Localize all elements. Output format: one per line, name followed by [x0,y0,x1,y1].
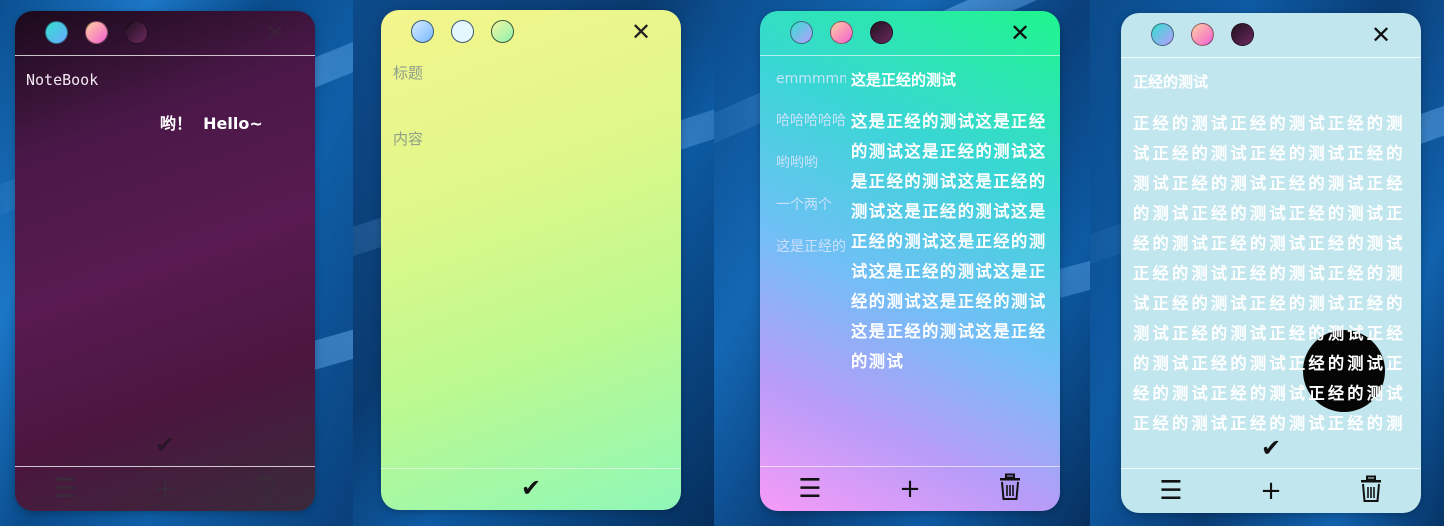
note-body[interactable]: 哟！ Hello~ [160,110,263,134]
divider [760,55,1060,56]
note-body[interactable]: 正经的测试正经的测试正经的测试正经的测试正经的测试正经的测试正经的测试正经的测试… [1133,109,1413,433]
list-item[interactable]: 哈哈哈哈哈 [776,111,846,153]
close-icon[interactable]: ✕ [1008,21,1032,45]
note-body[interactable]: 这是正经的测试这是正经的测试这是正经的测试这是正经的测试这是正经的测试这是正经的… [851,107,1053,451]
color-swatch-cyan[interactable] [45,21,68,44]
color-swatch-pink[interactable] [1191,23,1214,46]
list-item[interactable]: emmmmm [776,69,846,111]
note-titlebar[interactable]: ✕ [760,11,1060,55]
close-icon[interactable]: ✕ [1369,23,1393,47]
note-title[interactable]: NoteBook [26,71,98,89]
trash-icon[interactable] [1355,475,1387,507]
note-window-list: ✕ emmmmm 哈哈哈哈哈 哟哟哟 一个两个 这是正经的 这是正经的测试 这是… [760,11,1060,511]
divider [381,468,681,469]
note-window-dark: ✕ NoteBook 哟！ Hello~ ✔ ☰ + [15,11,315,511]
menu-icon[interactable]: ☰ [794,473,826,505]
color-swatch-pink[interactable] [85,21,108,44]
trash-icon[interactable] [994,473,1026,505]
list-item[interactable]: 哟哟哟 [776,153,846,195]
divider [1121,57,1421,58]
color-swatch-plum[interactable] [870,21,893,44]
menu-icon[interactable]: ☰ [1155,475,1187,507]
note-list: emmmmm 哈哈哈哈哈 哟哟哟 一个两个 这是正经的 [776,69,846,279]
note-titlebar[interactable]: ✕ [381,10,681,54]
list-item[interactable]: 一个两个 [776,195,846,237]
note-window-light: ✕ 正经的测试 正经的测试正经的测试正经的测试正经的测试正经的测试正经的测试正经… [1121,13,1421,513]
content-input[interactable]: 内容 [393,128,423,149]
color-swatch-cyan[interactable] [1151,23,1174,46]
color-swatch-plum[interactable] [1231,23,1254,46]
close-icon[interactable]: ✕ [629,20,653,44]
note-toolbar: ☰ + [15,467,315,511]
add-icon[interactable]: + [894,473,926,505]
note-window-editor: ✕ 标题 内容 ✔ [381,10,681,510]
divider [15,55,315,56]
note-title[interactable]: 这是正经的测试 [851,69,956,90]
color-swatch-ice[interactable] [451,20,474,43]
add-icon[interactable]: + [1255,475,1287,507]
check-icon[interactable]: ✔ [1257,435,1285,461]
list-item[interactable]: 这是正经的 [776,237,846,279]
note-titlebar[interactable]: ✕ [15,11,315,55]
check-icon[interactable]: ✔ [151,432,179,458]
confirm-check-icon[interactable]: ✔ [517,475,545,501]
color-swatch-lime[interactable] [491,20,514,43]
close-icon[interactable]: ✕ [263,21,287,45]
add-icon[interactable]: + [149,473,181,505]
color-swatch-cyan[interactable] [790,21,813,44]
note-title[interactable]: 正经的测试 [1133,71,1208,92]
trash-icon[interactable] [249,473,281,505]
note-toolbar: ☰ + [760,467,1060,511]
color-swatch-pink[interactable] [830,21,853,44]
menu-icon[interactable]: ☰ [49,473,81,505]
note-toolbar: ☰ + [1121,469,1421,513]
note-titlebar[interactable]: ✕ [1121,13,1421,57]
color-swatch-blue[interactable] [411,20,434,43]
title-input[interactable]: 标题 [393,62,423,83]
color-swatch-plum[interactable] [125,21,148,44]
